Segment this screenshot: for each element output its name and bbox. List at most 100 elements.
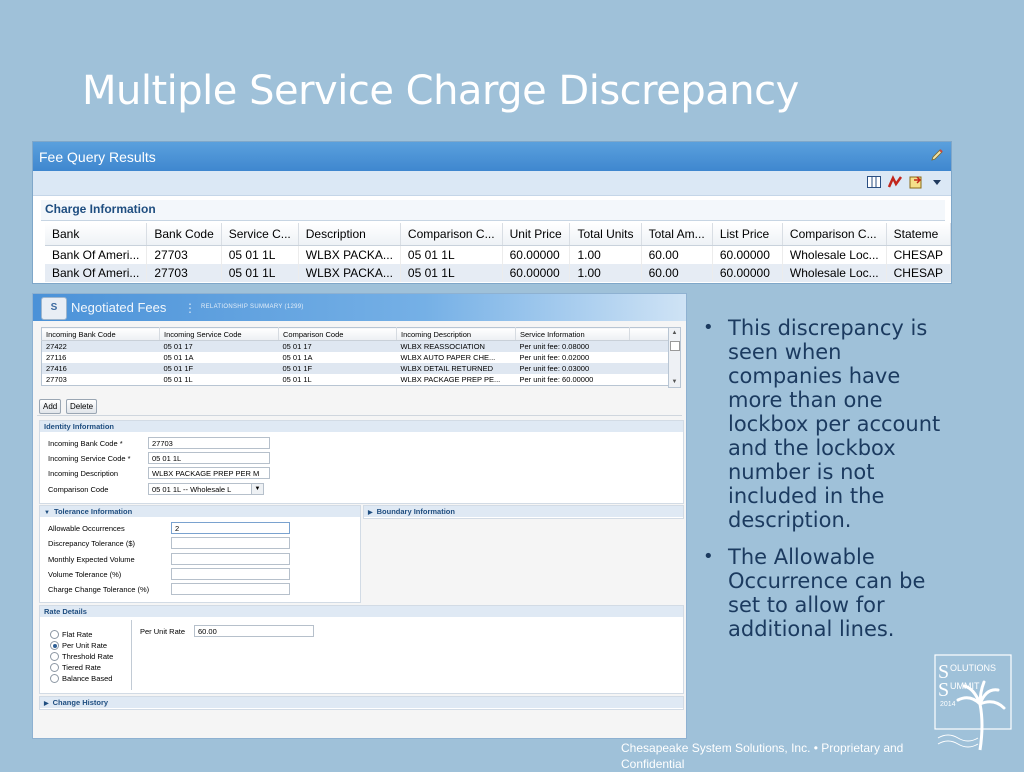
columns-icon[interactable] (866, 174, 882, 190)
chevron-down-icon[interactable] (929, 174, 945, 190)
bullet-item: • The Allowable Occurrence can be set to … (703, 545, 953, 641)
allowable-occurrences-input[interactable]: 2 (171, 522, 290, 534)
table-row[interactable]: 27116 05 01 1A 05 01 1A WLBX AUTO PAPER … (42, 352, 669, 363)
description-input[interactable]: WLBX PACKAGE PREP PER M (148, 467, 270, 479)
negotiated-fees-title: Negotiated Fees (71, 300, 167, 315)
table-cell: 60.00000 (712, 264, 783, 282)
discrepancy-tolerance-input[interactable] (171, 537, 290, 549)
column-header[interactable]: Total Am... (641, 223, 713, 246)
table-cell: 05 01 1F (278, 363, 397, 374)
bullet-text: The Allowable Occurrence can be set to a… (728, 545, 926, 641)
scrollbar-thumb[interactable] (670, 341, 680, 351)
table-cell: 60.00 (641, 245, 713, 264)
comparison-code-value: 05 01 1L -- Wholesale L (152, 485, 232, 494)
table-cell: 27703 (146, 245, 222, 264)
export-icon[interactable] (908, 174, 924, 190)
table-cell: 27116 (46, 353, 67, 362)
flat-rate-radio[interactable] (50, 630, 59, 639)
identity-header: Identity Information (40, 421, 683, 432)
column-header[interactable]: Total Units (569, 223, 642, 246)
delete-button[interactable]: Delete (66, 399, 98, 414)
rate-details-header: Rate Details (40, 606, 683, 617)
flat-rate-label: Flat Rate (62, 630, 93, 639)
per-unit-rate-option-label: Per Unit Rate (62, 641, 108, 650)
table-cell: 05 01 1L (221, 264, 299, 282)
table-row[interactable]: 27703 05 01 1L 05 01 1L WLBX PACKAGE PRE… (42, 374, 669, 386)
change-history-header[interactable]: ▶ Change History (40, 697, 683, 708)
column-header[interactable]: Bank (45, 223, 148, 246)
column-header[interactable]: Service C... (221, 223, 299, 246)
chevron-down-icon[interactable]: ▼ (251, 484, 263, 494)
table-cell: 60.00 (641, 264, 713, 282)
table-cell: 05 01 1L (400, 245, 503, 264)
table-cell: 05 01 1F (159, 363, 279, 374)
slide-title: Multiple Service Charge Discrepancy (82, 68, 799, 114)
column-header[interactable]: Comparison C... (782, 223, 887, 246)
table-cell: Per unit fee: 60.00000 (519, 375, 594, 384)
chart-icon[interactable] (887, 174, 903, 190)
column-header[interactable]: Bank Code (146, 223, 222, 246)
column-header[interactable]: List Price (712, 223, 783, 246)
table-cell: 05 01 17 (159, 340, 279, 352)
table-cell: 05 01 1L (163, 375, 193, 384)
allowable-occurrences-label: Allowable Occurrences (48, 524, 125, 533)
tiered-rate-radio[interactable] (50, 663, 59, 672)
service-code-input[interactable]: 05 01 1L (148, 452, 270, 464)
charge-change-input[interactable] (171, 583, 290, 595)
change-history-label: Change History (52, 698, 109, 707)
volume-tolerance-input[interactable] (171, 568, 290, 580)
column-header[interactable]: Incoming Service Code (159, 327, 279, 341)
column-header[interactable]: Incoming Bank Code (41, 327, 160, 341)
tolerance-section: ▼ Tolerance Information Allowable Occurre… (39, 505, 361, 603)
scroll-down-icon[interactable]: ▼ (669, 377, 680, 387)
bullet-icon: • (703, 546, 714, 567)
column-header[interactable]: Comparison C... (400, 223, 503, 246)
table-cell: WLBX PACKA... (298, 245, 401, 264)
column-header[interactable]: Service Information (515, 327, 630, 341)
table-cell (630, 352, 669, 363)
tolerance-header[interactable]: ▼ Tolerance Information (40, 506, 360, 517)
per-unit-rate-radio[interactable] (50, 641, 59, 650)
logo-year: 2014 (940, 701, 956, 708)
comparison-code-select[interactable]: 05 01 1L -- Wholesale L ▼ (148, 483, 264, 495)
table-row[interactable]: Bank Of Ameri... 27703 05 01 1L WLBX PAC… (45, 245, 951, 264)
pencil-icon[interactable] (929, 147, 945, 163)
charge-table: Bank Bank Code Service C... Description … (45, 223, 951, 282)
table-cell: Wholesale Loc... (782, 245, 887, 264)
table-cell: 05 01 17 (278, 340, 397, 352)
negotiated-fees-window: S Negotiated Fees ⋮ RELATIONSHIP SUMMARY… (32, 293, 687, 739)
fee-query-titlebar: Fee Query Results (33, 142, 951, 171)
scroll-up-icon[interactable]: ▲ (669, 328, 680, 338)
table-cell: 05 01 1L (221, 245, 299, 264)
tolerance-header-label: Tolerance Information (53, 507, 133, 516)
table-row[interactable]: 27416 05 01 1F 05 01 1F WLBX DETAIL RETU… (41, 363, 669, 374)
column-header[interactable]: Comparison Code (278, 327, 397, 341)
table-cell: WLBX PACKAGE PREP PE... (400, 375, 501, 384)
bank-code-input[interactable]: 27703 (148, 437, 270, 449)
column-header[interactable]: Unit Price (502, 223, 571, 246)
table-cell: CHESAP (886, 245, 951, 264)
footer-text: Chesapeake System Solutions, Inc. • Prop… (621, 741, 904, 771)
table-scrollbar[interactable]: ▲ ▼ (668, 327, 681, 388)
per-unit-rate-label: Per Unit Rate (140, 627, 186, 636)
table-row[interactable]: Bank Of Ameri... 27703 05 01 1L WLBX PAC… (45, 264, 951, 282)
table-cell: CHESAP (886, 264, 951, 282)
column-header[interactable]: Stateme (886, 223, 951, 246)
boundary-header[interactable]: ▶ Boundary Information (364, 506, 683, 517)
collapse-triangle-icon: ▶ (44, 701, 49, 707)
app-logo-icon: S (41, 297, 67, 320)
relationship-summary-link[interactable]: RELATIONSHIP SUMMARY (1299) (201, 304, 304, 310)
expand-triangle-icon: ▼ (44, 510, 50, 516)
table-cell: 60.00000 (712, 245, 783, 264)
table-row[interactable]: 27422 05 01 17 05 01 17 WLBX REASSOCIATI… (41, 340, 669, 352)
monthly-volume-input[interactable] (171, 553, 290, 565)
threshold-rate-radio[interactable] (50, 652, 59, 661)
per-unit-rate-input[interactable]: 60.00 (194, 625, 314, 637)
comparison-code-label: Comparison Code (48, 485, 109, 494)
column-header[interactable]: Description (298, 223, 401, 246)
change-history-section: ▶ Change History (39, 696, 684, 710)
add-button[interactable]: Add (39, 399, 62, 414)
balance-based-radio[interactable] (50, 674, 59, 683)
column-header[interactable]: Incoming Description (396, 327, 516, 341)
table-cell: 05 01 1A (163, 353, 194, 362)
